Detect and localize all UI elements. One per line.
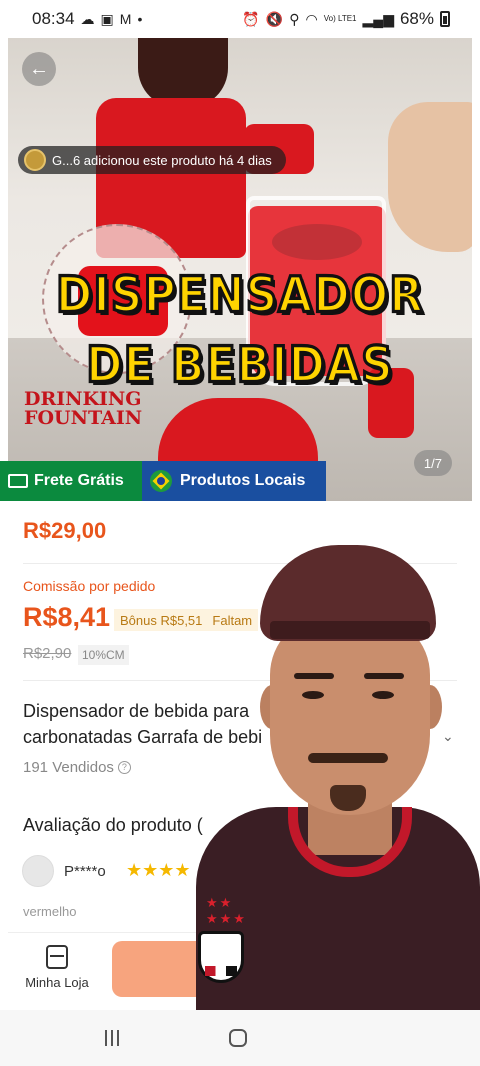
club-crest-logo bbox=[198, 931, 244, 983]
eye-shape bbox=[372, 691, 394, 699]
eyebrow-shape bbox=[294, 673, 334, 679]
reviewer-name: P****o bbox=[64, 863, 106, 880]
gmail-icon: M bbox=[119, 11, 132, 27]
nav-back-slot bbox=[357, 1029, 375, 1047]
notification-text: G...6 adicionou este produto há 4 dias bbox=[52, 152, 272, 168]
presenter-video-overlay: ★★ ★★★ bbox=[196, 545, 480, 1057]
mustache-shape bbox=[308, 753, 388, 763]
product-image[interactable]: ← G...6 adicionou este produto há 4 dias… bbox=[8, 38, 472, 502]
back-button[interactable]: ← bbox=[22, 52, 56, 86]
store-icon bbox=[46, 945, 68, 969]
location-icon: ⚲ bbox=[289, 11, 300, 27]
sold-count: 191 Vendidos ? bbox=[23, 759, 131, 776]
my-store-button[interactable]: Minha Loja bbox=[22, 945, 92, 1001]
reviewer-avatar bbox=[22, 855, 54, 887]
system-nav-bar bbox=[0, 1010, 480, 1066]
drinking-fountain-label: DRINKING FOUNTAIN bbox=[24, 390, 142, 428]
reviews-title[interactable]: Avaliação do produto ( bbox=[23, 815, 203, 836]
eye-shape bbox=[302, 691, 324, 699]
star-rating: ★★★★ bbox=[126, 860, 191, 880]
product-price: R$29,00 bbox=[23, 518, 107, 543]
local-products-badge: Produtos Locais bbox=[142, 461, 326, 501]
crest-stars-icon: ★★ ★★★ bbox=[206, 895, 247, 926]
my-store-label: Minha Loja bbox=[25, 975, 89, 990]
drinking-line2: FOUNTAIN bbox=[24, 407, 143, 429]
sold-text: 191 Vendidos bbox=[23, 759, 114, 776]
old-price: R$2,90 bbox=[23, 645, 72, 662]
hand-shape bbox=[388, 102, 472, 252]
local-products-label: Produtos Locais bbox=[180, 472, 306, 489]
overlay-title-line2: DE BEBIDAS bbox=[85, 335, 395, 395]
free-shipping-badge: Frete Grátis bbox=[0, 461, 142, 501]
badges-row: Frete Grátis Produtos Locais bbox=[0, 461, 326, 501]
dot-icon: • bbox=[137, 11, 143, 27]
mute-icon: 🔇 bbox=[265, 11, 284, 27]
recent-apps-icon[interactable] bbox=[105, 1030, 119, 1046]
wifi-icon: ◠ bbox=[305, 11, 318, 27]
commission-rate-tag: 10%CM bbox=[78, 645, 129, 665]
user-avatar-icon bbox=[24, 149, 46, 171]
overlay-title-line1: DISPENSADOR bbox=[54, 265, 425, 325]
battery-icon bbox=[440, 11, 450, 27]
activity-notification: G...6 adicionou este produto há 4 dias bbox=[18, 146, 286, 174]
eyebrow-shape bbox=[364, 673, 404, 679]
status-left: 08:34 ☁ ▣ M • bbox=[32, 9, 142, 29]
signal-icon: ▂▄▆ bbox=[362, 11, 394, 27]
alarm-icon: ⏰ bbox=[242, 11, 260, 27]
brazil-flag-icon bbox=[150, 470, 172, 492]
info-icon[interactable]: ? bbox=[117, 761, 131, 774]
commission-label: Comissão por pedido bbox=[23, 578, 156, 594]
status-bar: 08:34 ☁ ▣ M • ⏰ 🔇 ⚲ ◠ Vo) LTE1 ▂▄▆ 68% bbox=[0, 0, 480, 38]
commission-value: R$8,41 bbox=[23, 602, 111, 632]
image-counter: 1/7 bbox=[413, 450, 452, 476]
battery-percent: 68% bbox=[399, 9, 434, 28]
home-icon[interactable] bbox=[229, 1029, 247, 1047]
status-time: 08:34 bbox=[32, 9, 75, 28]
bonus-text: Bônus R$5,51 bbox=[120, 612, 203, 628]
shipping-icon bbox=[8, 474, 28, 488]
cap-band-shape bbox=[270, 621, 430, 639]
free-shipping-label: Frete Grátis bbox=[34, 472, 124, 489]
network-label: Vo) LTE1 bbox=[323, 14, 357, 23]
gallery-icon: ▣ bbox=[100, 11, 114, 27]
cloud-icon: ☁ bbox=[80, 11, 95, 27]
arrow-left-icon: ← bbox=[29, 57, 49, 80]
status-right: ⏰ 🔇 ⚲ ◠ Vo) LTE1 ▂▄▆ 68% bbox=[242, 9, 450, 29]
review-variant: vermelho bbox=[23, 904, 77, 919]
